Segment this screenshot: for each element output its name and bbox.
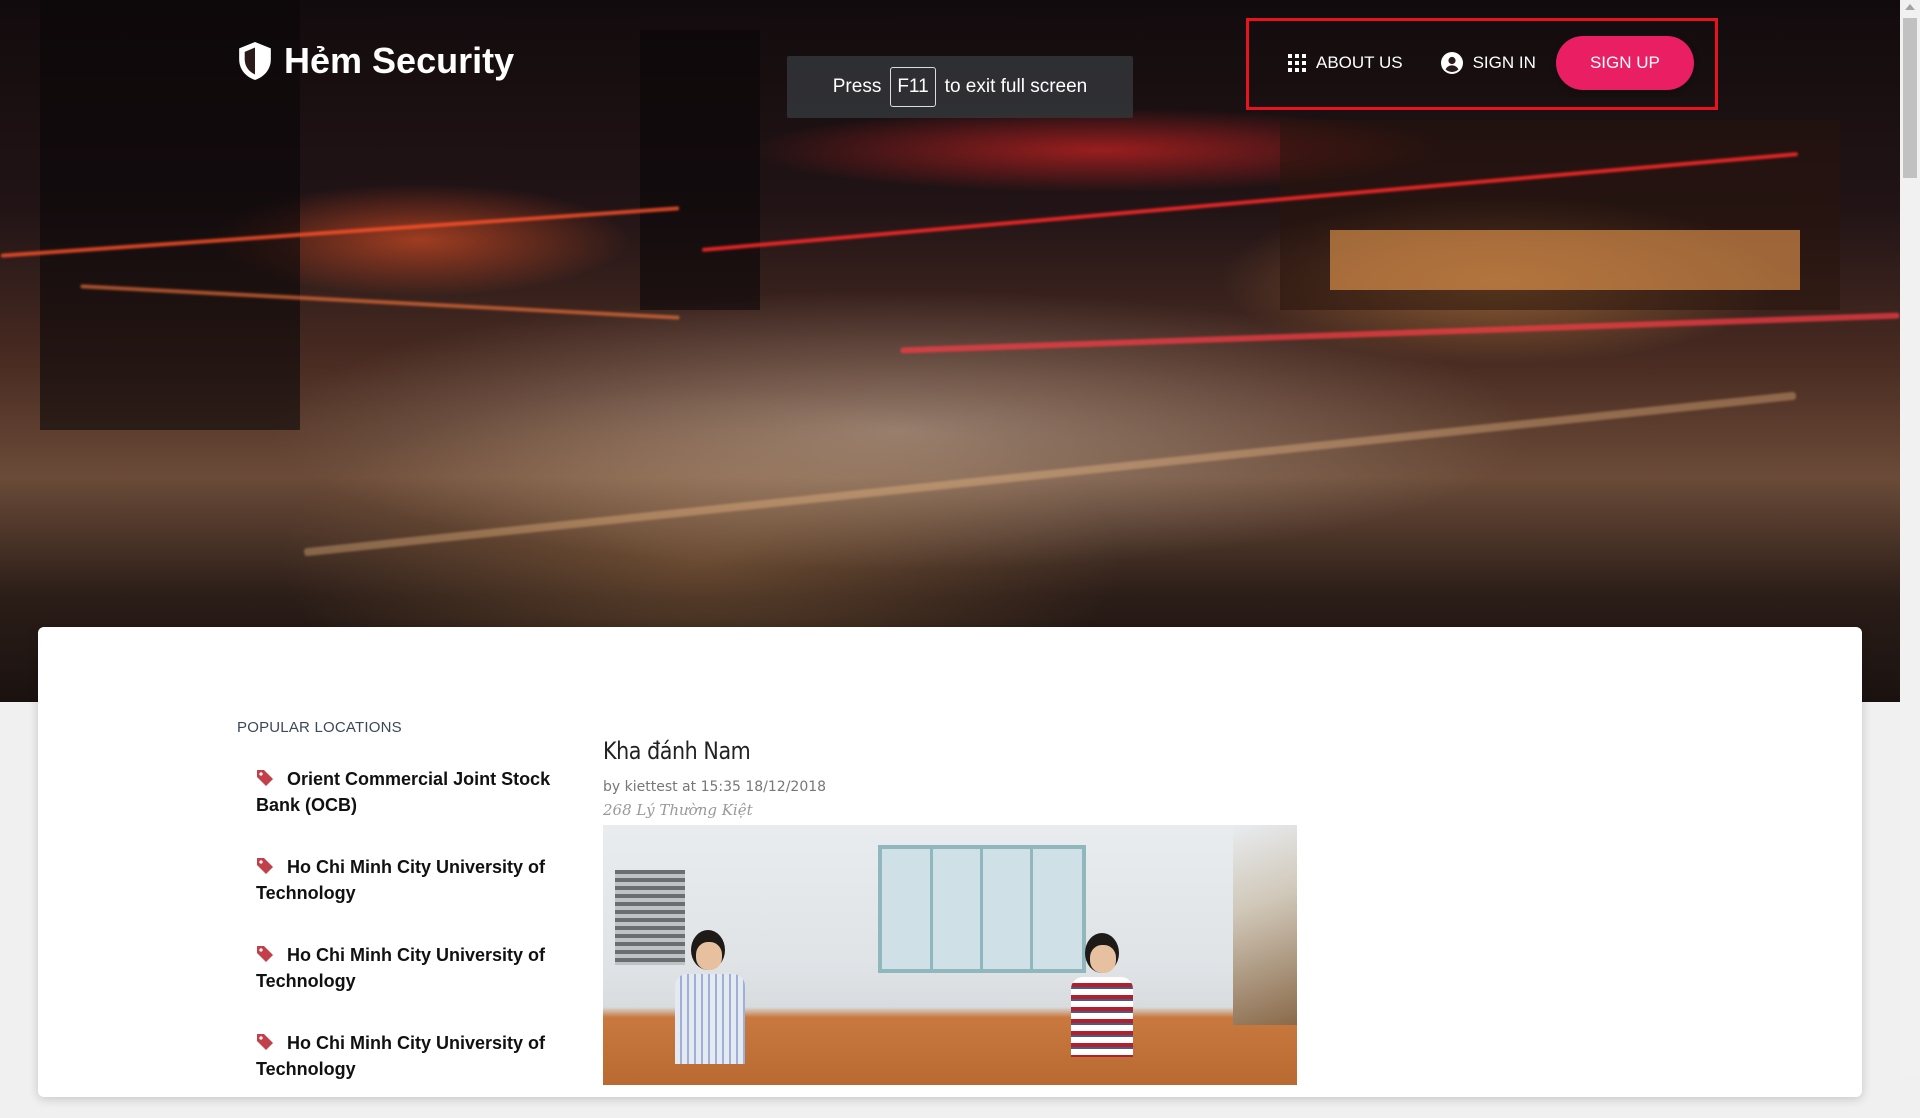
account-circle-icon [1440, 52, 1463, 74]
nav-about-label: ABOUT US [1316, 53, 1403, 72]
nav-signin-label: SIGN IN [1472, 53, 1536, 72]
light-streak [900, 312, 1900, 354]
post-photo[interactable] [603, 825, 1297, 1085]
location-label: Orient Commercial Joint Stock Bank (OCB) [256, 769, 551, 815]
tree [1233, 825, 1297, 1025]
storefront-lights [1330, 230, 1800, 290]
location-item[interactable]: Orient Commercial Joint Stock Bank (OCB) [237, 766, 557, 818]
grid-icon [1288, 54, 1306, 72]
building-silhouette [640, 30, 760, 310]
tag-icon [257, 1034, 273, 1050]
sign-up-button[interactable]: SIGN UP [1555, 36, 1694, 90]
nav-about-us[interactable]: ABOUT US [1288, 53, 1403, 73]
brand-name: Hẻm Security [284, 40, 515, 81]
fullscreen-notice-after: to exit full screen [944, 76, 1088, 97]
shield-icon [239, 42, 271, 80]
nav-sign-in[interactable]: SIGN IN [1440, 52, 1536, 74]
popular-locations-title: POPULAR LOCATIONS [237, 719, 402, 736]
fullscreen-notice-before: Press [832, 76, 882, 97]
person-left [675, 930, 745, 1064]
person-right [1071, 933, 1133, 1057]
location-label: Ho Chi Minh City University of Technolog… [256, 945, 546, 991]
scroll-up-arrow-icon[interactable] [1905, 4, 1915, 10]
tag-icon [257, 858, 273, 874]
location-item[interactable]: Ho Chi Minh City University of Technolog… [237, 854, 557, 906]
light-streak [303, 391, 1797, 557]
post-card: Kha đánh Nam by kiettest at 15:35 18/12/… [603, 737, 1297, 1085]
post-title[interactable]: Kha đánh Nam [603, 737, 1200, 765]
top-nav: ABOUT US SIGN IN SIGN UP [1288, 36, 1694, 90]
location-item[interactable]: Ho Chi Minh City University of Technolog… [237, 1030, 557, 1082]
fullscreen-notice: Press F11 to exit full screen [787, 56, 1133, 118]
wall-vent [615, 870, 685, 965]
location-item[interactable]: Ho Chi Minh City University of Technolog… [237, 942, 557, 994]
hero-banner: Hẻm Security Press F11 to exit full scre… [0, 0, 1900, 702]
location-label: Ho Chi Minh City University of Technolog… [256, 1033, 546, 1079]
tag-icon [257, 946, 273, 962]
popular-locations: POPULAR LOCATIONS Orient Commercial Join… [237, 719, 557, 1118]
location-label: Ho Chi Minh City University of Technolog… [256, 857, 546, 903]
content-card: POPULAR LOCATIONS Orient Commercial Join… [38, 627, 1862, 1097]
tag-icon [257, 770, 273, 786]
page-scrollbar[interactable] [1900, 0, 1920, 1078]
building-windows [878, 845, 1086, 973]
post-address: 268 Lý Thường Kiệt [603, 801, 753, 819]
fullscreen-key: F11 [890, 67, 936, 107]
brand-logo[interactable]: Hẻm Security [236, 40, 514, 82]
post-meta: by kiettest at 15:35 18/12/2018 [603, 779, 827, 795]
scroll-thumb[interactable] [1903, 18, 1917, 178]
